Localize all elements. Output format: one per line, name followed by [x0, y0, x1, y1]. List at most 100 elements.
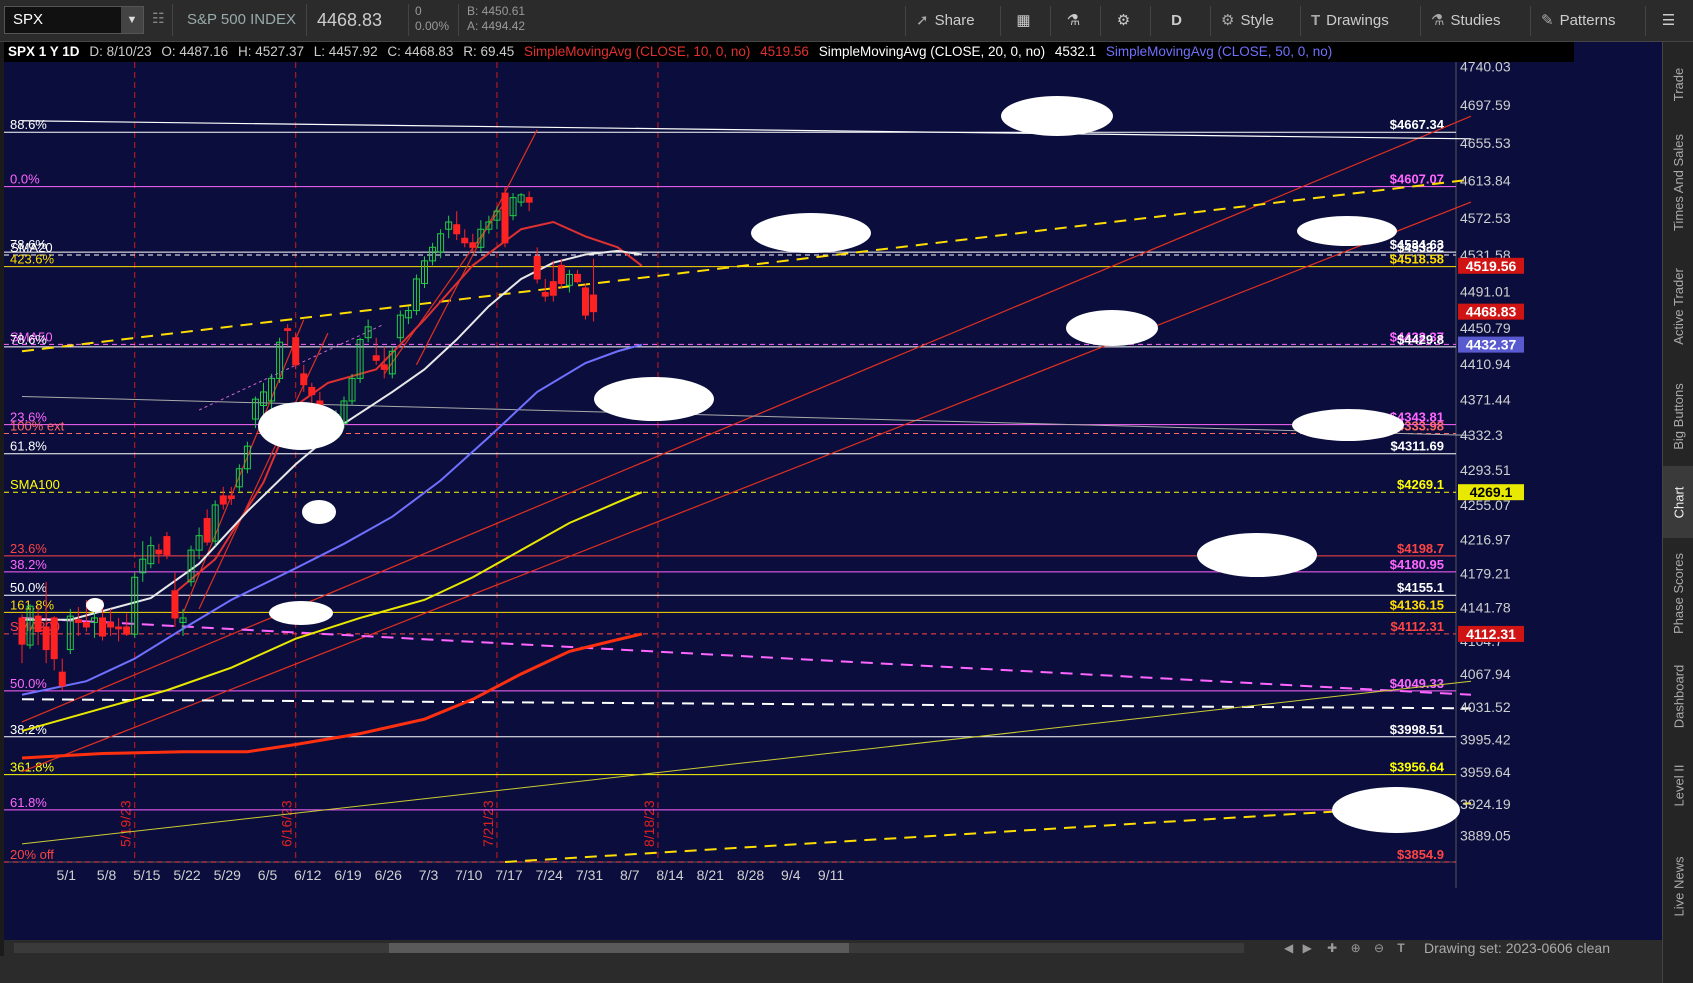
sidebar-tab-level-ii[interactable]: Level II — [1663, 744, 1693, 826]
annotation-ellipse[interactable] — [594, 377, 714, 421]
trend-line[interactable] — [21, 178, 1472, 353]
candle-body[interactable] — [74, 619, 82, 623]
chart-canvas[interactable]: 5/19/23 6/16/23 7/21/23 8/18/23 88.6% $4667.3… — [4, 42, 1662, 940]
candle-body[interactable] — [155, 549, 163, 555]
candle-body[interactable] — [501, 192, 509, 244]
candle-body[interactable] — [18, 617, 26, 645]
text-tool-icon[interactable]: T — [1397, 941, 1404, 955]
candle-body[interactable] — [284, 328, 292, 331]
trend-line[interactable] — [198, 323, 385, 411]
candle-body[interactable] — [115, 626, 123, 630]
flask-icon: ⚗ — [1066, 12, 1081, 29]
scroll-thumb[interactable] — [389, 943, 849, 953]
candle-body[interactable] — [461, 237, 469, 244]
candle-body[interactable] — [372, 355, 380, 361]
candle-body[interactable] — [42, 626, 50, 651]
candle-body[interactable] — [300, 373, 308, 386]
candle-body[interactable] — [590, 294, 598, 313]
trend-line[interactable] — [21, 680, 1472, 845]
annotation-ellipse[interactable] — [1066, 310, 1158, 346]
drawings-button[interactable]: T Drawings — [1300, 6, 1399, 36]
chart-title: SPX 1 Y 1D — [8, 44, 80, 59]
annotation-ellipse[interactable] — [1001, 96, 1113, 136]
candle-body[interactable] — [582, 287, 589, 316]
style-button[interactable]: ⚙ Style — [1210, 6, 1284, 36]
candle-body[interactable] — [58, 671, 66, 687]
trend-line[interactable] — [21, 698, 1472, 710]
zoom-out-icon[interactable]: ⊖ — [1374, 941, 1384, 955]
trend-line[interactable] — [182, 319, 305, 614]
news-button[interactable]: ▦ — [1000, 6, 1046, 36]
candle-body[interactable] — [203, 517, 211, 543]
price-chart[interactable]: 5/19/23 6/16/23 7/21/23 8/18/23 88.6% $4667.3… — [4, 42, 1662, 940]
sma50-label[interactable]: SimpleMovingAvg (CLOSE, 50, 0, no) — [1106, 44, 1332, 59]
studies-label: Studies — [1450, 12, 1501, 29]
annotation-ellipse[interactable] — [302, 500, 336, 524]
scroll-right-icon[interactable]: ▶ — [1303, 941, 1312, 955]
candle-body[interactable] — [292, 337, 300, 366]
candle-body[interactable] — [469, 242, 477, 248]
sma20-label[interactable]: SimpleMovingAvg (CLOSE, 20, 0, no) — [819, 44, 1045, 59]
zoom-in-icon[interactable]: ⊕ — [1351, 941, 1361, 955]
candle-body[interactable] — [34, 615, 42, 632]
candle-body[interactable] — [533, 255, 541, 280]
sidebar-tab-phase-scores[interactable]: Phase Scores — [1663, 538, 1693, 648]
timeframe-button[interactable]: D — [1150, 6, 1202, 36]
trend-line[interactable] — [21, 120, 1472, 140]
settings-button[interactable]: ⚙ — [1100, 6, 1146, 36]
candle-body[interactable] — [380, 364, 388, 370]
trend-line[interactable] — [198, 332, 329, 610]
moving-average-line — [21, 632, 643, 760]
candle-body[interactable] — [308, 386, 316, 396]
candle-body[interactable] — [99, 617, 106, 637]
link-icon[interactable]: ☷ — [152, 10, 165, 27]
drawing-set-label[interactable]: Drawing set: 2023-0606 clean — [1424, 940, 1610, 956]
trend-line[interactable] — [21, 395, 1472, 436]
candle-body[interactable] — [50, 617, 58, 660]
candle-body[interactable] — [219, 495, 227, 505]
candle-body[interactable] — [573, 273, 581, 283]
crosshair-icon[interactable]: ✚ — [1327, 941, 1337, 955]
sidebar-tab-dashboard[interactable]: Dashboard — [1663, 648, 1693, 744]
candle-body[interactable] — [541, 292, 549, 297]
fib-level-left-label: 50.0% — [10, 580, 47, 595]
symbol-input[interactable]: SPX ▼ — [4, 6, 144, 34]
sidebar-tab-active-trader[interactable]: Active Trader — [1663, 246, 1693, 366]
fib-level-left-label: SMA100 — [10, 477, 60, 492]
annotation-ellipse[interactable] — [751, 213, 871, 253]
flask-button[interactable]: ⚗ — [1050, 6, 1096, 36]
annotation-ellipse[interactable] — [1297, 216, 1397, 246]
trend-line[interactable] — [383, 201, 506, 375]
sidebar-tab-times-and-sales[interactable]: Times And Sales — [1663, 118, 1693, 246]
annotation-ellipse[interactable] — [1197, 533, 1317, 577]
sidebar-tab-trade[interactable]: Trade — [1663, 50, 1693, 118]
scroll-left-icon[interactable]: ◀ — [1284, 941, 1293, 955]
candle-body[interactable] — [227, 495, 235, 500]
candle-body[interactable] — [453, 224, 461, 235]
menu-button[interactable]: ☰ — [1645, 6, 1691, 36]
studies-button[interactable]: ⚗ Studies — [1420, 6, 1511, 36]
annotation-ellipse[interactable] — [258, 402, 344, 450]
annotation-ellipse[interactable] — [1332, 787, 1460, 833]
candle-body[interactable] — [525, 197, 533, 203]
share-button[interactable]: ➚ Share — [905, 6, 985, 36]
sidebar-tab-big-buttons[interactable]: Big Buttons — [1663, 366, 1693, 466]
annotation-ellipse[interactable] — [269, 601, 333, 625]
sidebar-tab-live-news[interactable]: Live News — [1663, 826, 1693, 946]
candle-body[interactable] — [171, 590, 179, 619]
trend-line[interactable] — [21, 616, 1472, 696]
candle-body[interactable] — [107, 621, 115, 628]
candle-body[interactable] — [123, 626, 131, 635]
annotation-ellipse[interactable] — [1292, 409, 1404, 441]
sma10-label[interactable]: SimpleMovingAvg (CLOSE, 10, 0, no) — [524, 44, 750, 59]
candle-body[interactable] — [549, 281, 557, 296]
candle-body[interactable] — [82, 621, 90, 628]
x-axis-tick-label: 8/28 — [737, 867, 764, 883]
candle-body[interactable] — [163, 536, 171, 556]
annotation-ellipse[interactable] — [86, 598, 104, 612]
sidebar-tab-chart[interactable]: Chart — [1663, 466, 1693, 538]
candle-body[interactable] — [557, 264, 565, 284]
patterns-button[interactable]: ✎ Patterns — [1530, 6, 1625, 36]
trend-line[interactable] — [21, 115, 1472, 723]
chevron-down-icon[interactable]: ▼ — [121, 7, 143, 33]
